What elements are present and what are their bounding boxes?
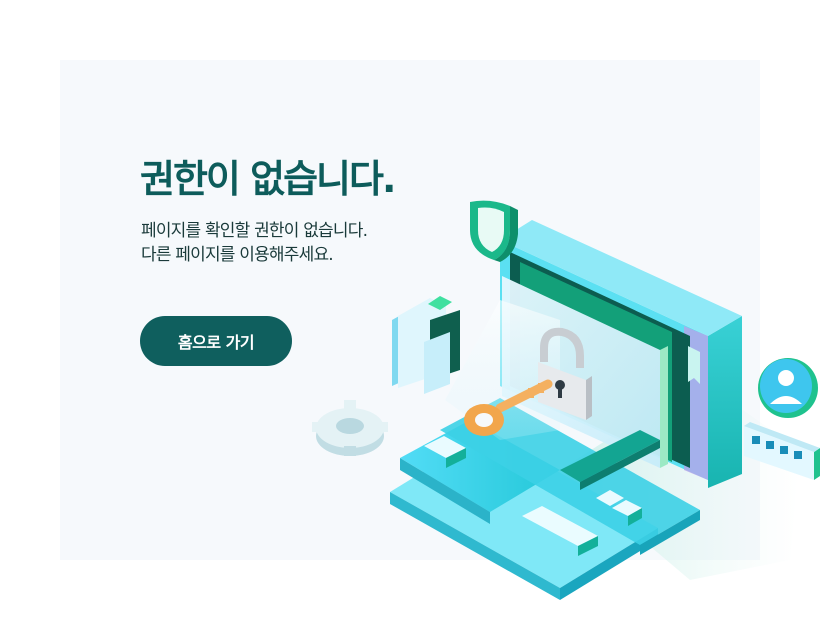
user-icon [758, 358, 818, 418]
page-description: 페이지를 확인할 권한이 없습니다. 다른 페이지를 이용해주세요. [141, 219, 461, 267]
error-page: 권한이 없습니다. 페이지를 확인할 권한이 없습니다. 다른 페이지를 이용해… [0, 0, 820, 620]
content-panel [60, 60, 760, 560]
home-button[interactable]: 홈으로 가기 [140, 316, 292, 366]
description-line-1: 페이지를 확인할 권한이 없습니다. [141, 221, 368, 241]
description-line-2: 다른 페이지를 이용해주세요. [141, 245, 334, 265]
page-title: 권한이 없습니다. [140, 157, 396, 201]
